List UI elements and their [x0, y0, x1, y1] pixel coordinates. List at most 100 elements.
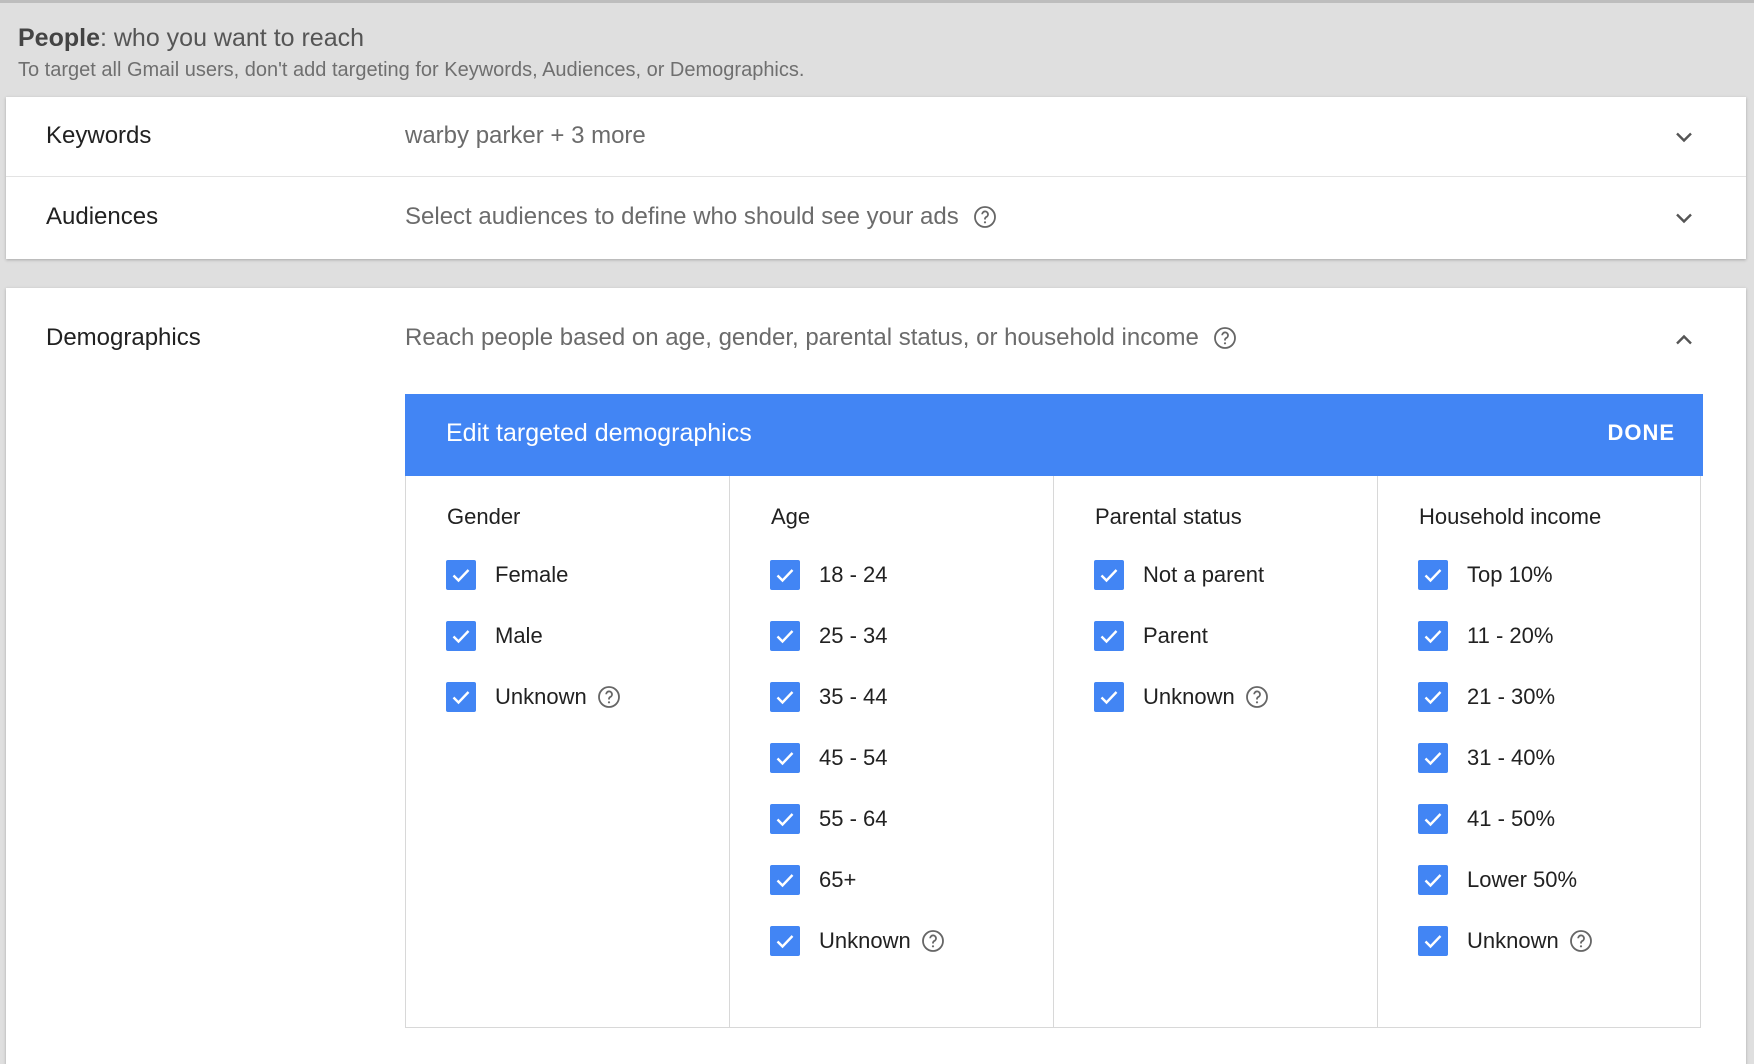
checkmark-icon — [1100, 569, 1118, 583]
help-circle-icon[interactable] — [1245, 685, 1269, 709]
audiences-value: Select audiences to define who should se… — [405, 203, 997, 231]
checkmark-icon — [776, 874, 794, 888]
column-heading: Age — [771, 504, 811, 529]
option-label: Male — [495, 623, 543, 648]
audiences-value-text: Select audiences to define who should se… — [405, 203, 959, 230]
editor-header: Edit targeted demographics DONE — [405, 394, 1703, 476]
checkbox[interactable] — [770, 560, 800, 590]
option-parental-status-parent[interactable]: Parent — [1094, 621, 1208, 651]
keywords-value: warby parker + 3 more — [405, 122, 646, 150]
demographics-value-text: Reach people based on age, gender, paren… — [405, 324, 1199, 351]
checkmark-icon — [452, 569, 470, 583]
option-label: Parent — [1143, 623, 1208, 648]
help-circle-icon[interactable] — [597, 685, 621, 709]
column-parental-status: Parental status Not a parent Parent Unknown — [1054, 476, 1378, 1027]
people-header: People: who you want to reach To target … — [18, 22, 804, 84]
option-household-income-31-40[interactable]: 31 - 40% — [1418, 743, 1555, 773]
option-age-25-34[interactable]: 25 - 34 — [770, 621, 888, 651]
audiences-row[interactable]: Audiences Select audiences to define who… — [6, 178, 1746, 259]
option-label: 21 - 30% — [1467, 684, 1556, 709]
demographics-card: Demographics Reach people based on age, … — [6, 288, 1746, 1064]
checkbox[interactable] — [770, 804, 800, 834]
checkbox[interactable] — [770, 621, 800, 651]
checkbox[interactable] — [1418, 926, 1448, 956]
option-age-55-64[interactable]: 55 - 64 — [770, 804, 888, 834]
checkbox[interactable] — [446, 560, 476, 590]
keywords-value-text: warby parker + 3 more — [405, 122, 646, 149]
option-gender-female[interactable]: Female — [446, 560, 568, 590]
checkmark-icon — [1424, 569, 1442, 583]
option-label: Top 10% — [1467, 562, 1553, 587]
checkbox[interactable] — [770, 865, 800, 895]
done-button[interactable]: DONE — [1607, 420, 1675, 446]
checkmark-icon — [1424, 935, 1442, 949]
option-age-65[interactable]: 65+ — [770, 865, 856, 895]
option-age-45-54[interactable]: 45 - 54 — [770, 743, 888, 773]
option-age-35-44[interactable]: 35 - 44 — [770, 682, 888, 712]
option-label: Not a parent — [1143, 562, 1265, 587]
checkmark-icon — [452, 691, 470, 705]
option-gender-male[interactable]: Male — [446, 621, 543, 651]
checkbox[interactable] — [446, 621, 476, 651]
option-label: 55 - 64 — [819, 806, 888, 831]
checkbox[interactable] — [1418, 804, 1448, 834]
option-label: Lower 50% — [1467, 867, 1578, 892]
top-divider — [0, 0, 1754, 3]
people-subtitle: To target all Gmail users, don't add tar… — [18, 59, 805, 81]
option-label: Female — [495, 562, 569, 587]
checkbox[interactable] — [1418, 682, 1448, 712]
option-gender-unknown[interactable]: Unknown — [446, 682, 621, 712]
option-parental-status-not-a-parent[interactable]: Not a parent — [1094, 560, 1264, 590]
chevron-down-icon[interactable] — [1672, 206, 1696, 230]
column-heading: Gender — [447, 504, 521, 529]
people-title-bold: People — [18, 24, 100, 52]
chevron-down-icon[interactable] — [1672, 125, 1696, 149]
checkbox[interactable] — [1418, 621, 1448, 651]
chevron-up-icon[interactable] — [1672, 328, 1696, 352]
checkbox[interactable] — [1094, 621, 1124, 651]
option-label: Unknown — [495, 684, 587, 709]
option-household-income-lower-50[interactable]: Lower 50% — [1418, 865, 1577, 895]
checkbox[interactable] — [1418, 560, 1448, 590]
keywords-row[interactable]: Keywords warby parker + 3 more — [6, 97, 1746, 177]
checkmark-icon — [1424, 752, 1442, 766]
editor-title: Edit targeted demographics — [446, 419, 752, 447]
help-circle-icon[interactable] — [1213, 326, 1237, 350]
help-circle-icon[interactable] — [921, 929, 945, 953]
option-label: 25 - 34 — [819, 623, 888, 648]
demographics-value: Reach people based on age, gender, paren… — [405, 324, 1237, 352]
option-age-18-24[interactable]: 18 - 24 — [770, 560, 888, 590]
checkmark-icon — [1424, 691, 1442, 705]
checkmark-icon — [776, 935, 794, 949]
checkbox[interactable] — [770, 743, 800, 773]
option-household-income-21-30[interactable]: 21 - 30% — [1418, 682, 1555, 712]
help-circle-icon[interactable] — [973, 205, 997, 229]
checkmark-icon — [776, 630, 794, 644]
checkbox[interactable] — [770, 682, 800, 712]
checkmark-icon — [1424, 874, 1442, 888]
checkmark-icon — [776, 691, 794, 705]
checkbox[interactable] — [1094, 560, 1124, 590]
checkbox[interactable] — [446, 682, 476, 712]
checkmark-icon — [776, 813, 794, 827]
column-heading: Parental status — [1095, 504, 1242, 529]
column-household-income: Household income Top 10% 11 - 20% 21 - 30% 3… — [1378, 476, 1702, 1027]
option-label: 65+ — [819, 867, 857, 892]
checkbox[interactable] — [1418, 743, 1448, 773]
checkbox[interactable] — [1094, 682, 1124, 712]
option-household-income-11-20[interactable]: 11 - 20% — [1418, 621, 1553, 651]
option-label: 18 - 24 — [819, 562, 888, 587]
column-heading: Household income — [1419, 504, 1602, 529]
help-circle-icon[interactable] — [1569, 929, 1593, 953]
option-household-income-unknown[interactable]: Unknown — [1418, 926, 1593, 956]
option-label: Unknown — [1467, 928, 1559, 953]
option-household-income-top-10[interactable]: Top 10% — [1418, 560, 1553, 590]
checkbox[interactable] — [1418, 865, 1448, 895]
option-parental-status-unknown[interactable]: Unknown — [1094, 682, 1269, 712]
checkmark-icon — [452, 630, 470, 644]
checkmark-icon — [776, 752, 794, 766]
option-label: 31 - 40% — [1467, 745, 1556, 770]
option-household-income-41-50[interactable]: 41 - 50% — [1418, 804, 1555, 834]
option-age-unknown[interactable]: Unknown — [770, 926, 945, 956]
checkbox[interactable] — [770, 926, 800, 956]
